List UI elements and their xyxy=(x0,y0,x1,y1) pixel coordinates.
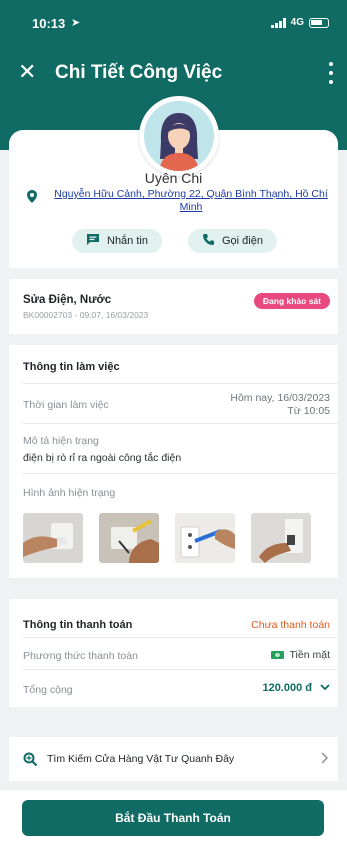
status-time: 10:13 xyxy=(32,16,66,31)
divider xyxy=(23,669,338,670)
chevron-down-icon xyxy=(320,682,330,694)
payment-card: Thông tin thanh toán Chưa thanh toán Phư… xyxy=(9,599,338,707)
payment-method-value: Tiền mặt xyxy=(270,649,330,661)
page-title: Chi Tiết Công Việc xyxy=(55,62,223,83)
start-payment-button[interactable]: Bắt Đầu Thanh Toán xyxy=(22,800,324,836)
more-options-icon[interactable] xyxy=(327,62,335,84)
payment-title: Thông tin thanh toán xyxy=(23,619,133,631)
location-arrow-icon: ➤ xyxy=(71,17,81,29)
call-button-label: Gọi điện xyxy=(222,235,263,247)
message-button[interactable]: Nhắn tin xyxy=(72,229,162,253)
cash-icon xyxy=(270,651,284,659)
status-bar: 10:13 ➤ 4G xyxy=(0,0,347,44)
divider xyxy=(23,423,338,424)
condition-label: Mô tả hiện trạng xyxy=(23,435,99,447)
condition-value: điện bị rò rỉ ra ngoài công tắc điện xyxy=(23,452,182,464)
divider xyxy=(23,383,338,384)
customer-name: Uyên Chi xyxy=(144,170,203,186)
work-time-start: Từ 10:05 xyxy=(287,405,330,417)
condition-image-1[interactable] xyxy=(23,513,83,563)
total-label: Tổng cộng xyxy=(23,684,73,696)
work-info-title: Thông tin làm việc xyxy=(23,361,120,373)
condition-image-4[interactable] xyxy=(251,513,311,563)
job-code: BK00002703 - 09:07, 16/03/2023 xyxy=(23,310,149,320)
network-label: 4G xyxy=(290,17,304,28)
search-icon xyxy=(23,752,38,772)
status-badge: Đang khảo sát xyxy=(253,293,330,309)
close-button[interactable]: ✕ xyxy=(18,60,36,84)
total-toggle[interactable]: 120.000 đ xyxy=(262,682,330,694)
status-indicators: 4G xyxy=(270,17,329,28)
battery-icon xyxy=(309,17,329,28)
condition-image-2[interactable] xyxy=(99,513,159,563)
call-button[interactable]: Gọi điện xyxy=(188,229,277,253)
phone-icon xyxy=(202,233,215,249)
chevron-right-icon xyxy=(320,751,329,769)
work-time-date: Hôm nay, 16/03/2023 xyxy=(230,392,330,404)
bottom-bar: Bắt Đầu Thanh Toán xyxy=(0,790,347,847)
signal-icon xyxy=(270,17,286,28)
condition-image-3[interactable] xyxy=(175,513,235,563)
location-pin-icon xyxy=(27,190,37,208)
search-supply-store-label: Tìm Kiếm Cửa Hàng Vật Tư Quanh Đây xyxy=(47,753,235,765)
work-time-label: Thời gian làm việc xyxy=(23,399,109,411)
message-button-label: Nhắn tin xyxy=(107,235,148,247)
divider xyxy=(23,637,338,638)
avatar-image xyxy=(144,101,214,171)
work-info-card: Thông tin làm việc Thời gian làm việc Hô… xyxy=(9,345,338,578)
divider xyxy=(23,473,338,474)
payment-method-label: Phương thức thanh toán xyxy=(23,650,138,662)
avatar xyxy=(139,96,219,176)
chat-icon xyxy=(86,233,100,249)
job-title: Sửa Điện, Nước xyxy=(23,294,112,306)
job-card[interactable]: Sửa Điện, Nước BK00002703 - 09:07, 16/03… xyxy=(9,279,338,334)
customer-address-link[interactable]: Nguyễn Hữu Cảnh, Phường 22, Quận Bình Th… xyxy=(46,188,336,214)
search-supply-store-row[interactable]: Tìm Kiếm Cửa Hàng Vật Tư Quanh Đây xyxy=(9,737,338,781)
condition-images-label: Hình ảnh hiện trạng xyxy=(23,487,116,499)
payment-method-text: Tiền mặt xyxy=(289,649,330,661)
work-time-value: Hôm nay, 16/03/2023 Từ 10:05 xyxy=(230,392,330,418)
payment-status: Chưa thanh toán xyxy=(251,619,330,631)
total-amount: 120.000 đ xyxy=(262,682,312,694)
